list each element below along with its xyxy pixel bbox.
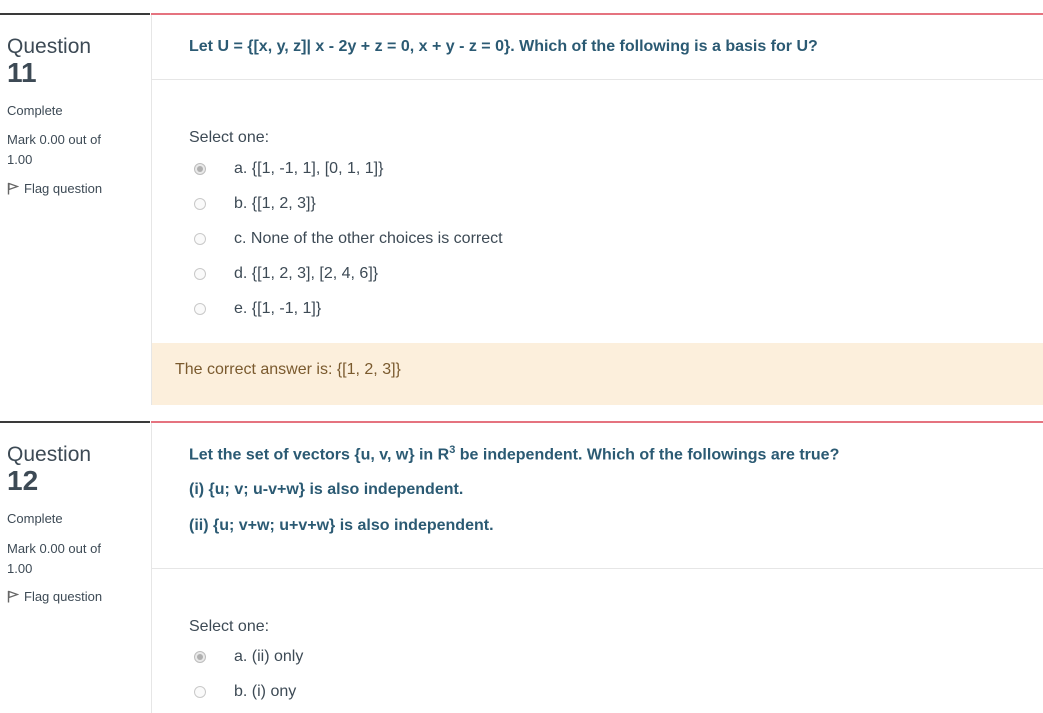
answer-option-c[interactable]: c. None of the other choices is correct (194, 230, 503, 248)
feedback-panel: The correct answer is: {[1, 2, 3]} (152, 343, 1043, 405)
radio-button[interactable] (194, 686, 206, 698)
flag-question-button[interactable]: Flag question (7, 589, 102, 604)
question-content: Let U = {[x, y, z]| x - 2y + z = 0, x + … (151, 15, 1043, 405)
option-label: c. None of the other choices is correct (234, 230, 503, 247)
question-text-part: be independent. Which of the followings … (455, 446, 840, 464)
question-state: Complete (7, 103, 63, 118)
flag-icon (7, 590, 19, 603)
radio-button-selected[interactable] (194, 651, 206, 663)
answer-option-e[interactable]: e. {[1, -1, 1]} (194, 300, 321, 318)
question-11: Question 11 Complete Mark 0.00 out of 1.… (0, 13, 1043, 405)
answer-option-d[interactable]: d. {[1, 2, 3], [2, 4, 6]} (194, 265, 378, 283)
question-text-line-3: (ii) {u; v+w; u+v+w} is also independent… (189, 517, 494, 534)
option-label: d. {[1, 2, 3], [2, 4, 6]} (234, 265, 379, 282)
flag-icon (7, 182, 19, 195)
radio-button[interactable] (194, 233, 206, 245)
radio-button[interactable] (194, 303, 206, 315)
radio-button-selected[interactable] (194, 163, 206, 175)
option-label: b. {[1, 2, 3]} (234, 195, 316, 212)
radio-button[interactable] (194, 268, 206, 280)
flag-question-label: Flag question (24, 181, 103, 196)
info-divider (0, 13, 150, 15)
option-label: a. (ii) only (234, 648, 304, 665)
answer-option-b[interactable]: b. (i) ony (194, 683, 296, 701)
question-mark-value: 1.00 (7, 152, 33, 167)
question-text-part: Let the set of vectors {u, v, w} in R (189, 446, 450, 464)
question-state: Complete (7, 511, 63, 526)
question-text-separator (152, 79, 1043, 80)
select-one-prompt: Select one: (189, 618, 270, 635)
question-text-separator (152, 568, 1043, 569)
select-one-prompt: Select one: (189, 129, 270, 146)
radio-button[interactable] (194, 198, 206, 210)
question-number: 12 (7, 465, 39, 496)
answer-option-a[interactable]: a. (ii) only (194, 648, 303, 666)
question-label: Question (7, 35, 92, 58)
question-text-line-1: Let the set of vectors {u, v, w} in R3 b… (189, 444, 839, 464)
question-text-line-2: (i) {u; v; u-v+w} is also independent. (189, 481, 464, 498)
question-number: 11 (7, 57, 37, 88)
option-label: e. {[1, -1, 1]} (234, 300, 322, 317)
question-mark-label: Mark 0.00 out of (7, 132, 101, 147)
flag-question-button[interactable]: Flag question (7, 181, 102, 196)
correct-answer-text: The correct answer is: {[1, 2, 3]} (175, 361, 401, 378)
question-content: Let the set of vectors {u, v, w} in R3 b… (151, 423, 1043, 713)
flag-question-label: Flag question (24, 589, 103, 604)
info-divider (0, 421, 150, 423)
option-label: a. {[1, -1, 1], [0, 1, 1]} (234, 160, 384, 177)
answer-option-a[interactable]: a. {[1, -1, 1], [0, 1, 1]} (194, 160, 383, 178)
question-label: Question (7, 443, 92, 466)
answer-option-b[interactable]: b. {[1, 2, 3]} (194, 195, 316, 213)
question-mark-label: Mark 0.00 out of (7, 541, 101, 556)
question-text: Let U = {[x, y, z]| x - 2y + z = 0, x + … (189, 38, 818, 55)
question-mark-value: 1.00 (7, 561, 33, 576)
question-12: Question 12 Complete Mark 0.00 out of 1.… (0, 421, 1043, 713)
option-label: b. (i) ony (234, 683, 297, 700)
